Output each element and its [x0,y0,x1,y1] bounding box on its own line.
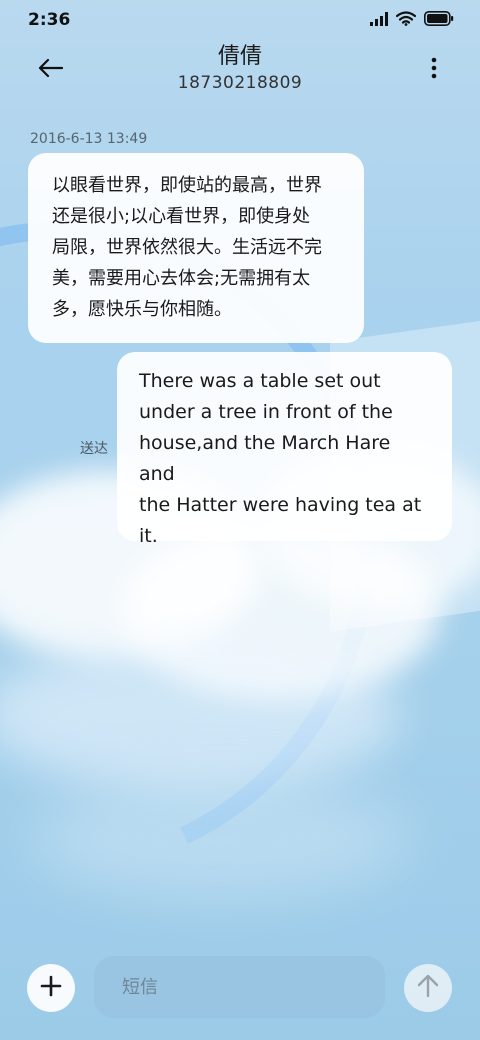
wifi-icon [395,10,417,30]
message-line: 美，需要用心去体会;无需拥有太 [52,268,311,289]
message-timestamp: 2016-6-13 13:49 [30,131,148,147]
delivery-status: 送达 [80,441,108,457]
message-line: There was a table set out [139,370,381,392]
conversation-header: 倩倩 18730218809 [0,40,480,110]
sent-message-bubble[interactable]: There was a table set out under a tree i… [117,352,452,547]
received-message-bubble[interactable]: 以眼看世界，即使站的最高，世界 还是很小;以心看世界，即使身处 局限，世界依然很… [28,153,364,343]
send-button[interactable] [404,964,452,1012]
message-line: 局限，世界依然很大。生活远不完 [52,237,322,258]
message-line: house,and the March Hare and [139,432,391,485]
message-line: the Hatter were having tea at [139,494,422,516]
arrow-up-icon [417,974,439,1002]
add-attachment-button[interactable] [27,964,75,1012]
message-line: under a tree in front of the [139,401,393,423]
battery-icon [424,10,454,30]
background-cloud [0,640,400,790]
more-vertical-icon [431,57,437,83]
more-options-button[interactable] [422,52,446,88]
contact-name: 倩倩 [217,44,262,69]
message-line: 以眼看世界，即使站的最高，世界 [52,175,322,196]
messaging-screen: 2:36 倩倩 18730218809 2016-6-13 13:49 以眼看世… [0,0,480,1040]
background-cloud [30,780,410,900]
contact-phone-number: 18730218809 [177,73,303,93]
message-line: it. [139,525,158,547]
status-bar: 2:36 [0,0,480,40]
contact-info[interactable]: 倩倩 18730218809 [0,42,480,94]
plus-icon [40,975,62,1001]
status-icons [370,10,454,30]
message-line: 还是很小;以心看世界，即使身处 [52,206,311,227]
message-line: 多，愿快乐与你相随。 [52,299,232,320]
signal-icon [370,11,388,30]
message-input[interactable] [94,956,385,1018]
status-time: 2:36 [28,10,71,30]
